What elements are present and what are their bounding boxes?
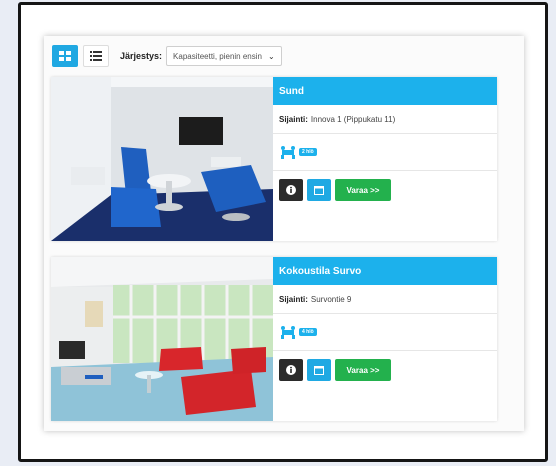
room-title: Sund <box>273 77 497 105</box>
location-label: Sijainti: <box>279 294 308 304</box>
grid-view-icon <box>59 51 71 61</box>
sort-label: Järjestys: <box>120 51 163 61</box>
grid-view-button[interactable] <box>52 45 78 67</box>
location-value: Survontie 9 <box>310 294 352 304</box>
location-label: Sijainti: <box>279 114 308 124</box>
room-actions: Varaa >> <box>273 171 497 201</box>
info-icon <box>286 185 296 195</box>
room-capacity: 4 hlö <box>273 314 497 351</box>
room-card: Sund Sijainti: Innova 1 (Pippukatu 11) 2… <box>51 77 497 241</box>
list-view-button[interactable] <box>83 45 109 67</box>
info-button[interactable] <box>279 179 303 201</box>
calendar-button[interactable] <box>307 359 331 381</box>
people-icon <box>281 326 295 339</box>
capacity-badge: 4 hlö <box>299 328 317 336</box>
people-icon <box>281 146 295 159</box>
sort-select-value: Kapasiteetti, pienin ensin <box>173 51 262 61</box>
sort-select[interactable]: Kapasiteetti, pienin ensin ⌄ <box>166 46 282 66</box>
calendar-icon <box>314 186 324 195</box>
list-view-icon <box>90 51 102 61</box>
room-title: Kokoustila Survo <box>273 257 497 285</box>
calendar-icon <box>314 366 324 375</box>
capacity-badge: 2 hlö <box>299 148 317 156</box>
room-photo <box>51 257 273 421</box>
room-photo <box>51 77 273 241</box>
room-card: Kokoustila Survo Sijainti: Survontie 9 4… <box>51 257 497 421</box>
location-value: Innova 1 (Pippukatu 11) <box>310 114 396 124</box>
room-capacity: 2 hlö <box>273 134 497 171</box>
listing-toolbar: Järjestys: Kapasiteetti, pienin ensin ⌄ <box>52 44 282 68</box>
room-actions: Varaa >> <box>273 351 497 381</box>
chevron-down-icon: ⌄ <box>267 51 275 61</box>
info-button[interactable] <box>279 359 303 381</box>
room-info: Sund Sijainti: Innova 1 (Pippukatu 11) 2… <box>273 77 497 241</box>
info-icon <box>286 365 296 375</box>
room-location: Sijainti: Survontie 9 <box>273 285 497 314</box>
room-info: Kokoustila Survo Sijainti: Survontie 9 4… <box>273 257 497 421</box>
room-location: Sijainti: Innova 1 (Pippukatu 11) <box>273 105 497 134</box>
book-button[interactable]: Varaa >> <box>335 359 391 381</box>
book-button[interactable]: Varaa >> <box>335 179 391 201</box>
room-listing-panel: Järjestys: Kapasiteetti, pienin ensin ⌄ <box>44 36 524 431</box>
calendar-button[interactable] <box>307 179 331 201</box>
